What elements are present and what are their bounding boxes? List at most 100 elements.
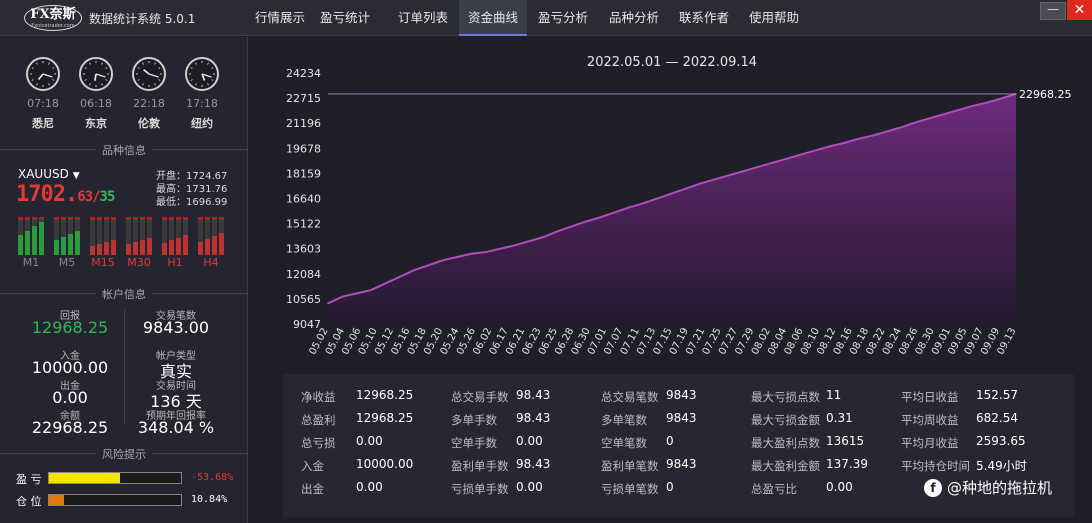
ask-price-fraction: 35	[99, 189, 116, 205]
stat-label: 总亏损	[301, 436, 336, 450]
stat-value: 0.00	[826, 480, 853, 494]
clock-city: 纽约	[191, 117, 213, 130]
data-point	[427, 264, 430, 267]
stat-value: 98.43	[516, 411, 551, 425]
logo-subtext: Fxnicetrader.com	[31, 23, 75, 29]
data-point	[699, 182, 702, 185]
data-point	[843, 142, 845, 144]
data-point	[900, 126, 903, 129]
clock-city: 悉尼	[32, 117, 54, 130]
data-point	[599, 216, 602, 219]
timeframe-bars	[196, 217, 226, 255]
timeframe-label[interactable]: M30	[124, 256, 154, 269]
data-point	[943, 113, 946, 115]
stat-value: 9843	[666, 388, 697, 402]
stat-label: 空单笔数	[601, 436, 647, 450]
y-tick-label: 16640	[286, 193, 321, 206]
stat-value: 0	[666, 434, 674, 448]
stat-label: 多单手数	[451, 413, 497, 427]
data-point	[757, 166, 759, 168]
y-tick-label: 22715	[286, 92, 321, 105]
stat-value: 9843	[666, 457, 697, 471]
data-point	[972, 104, 974, 107]
stat-value: 0.31	[826, 411, 853, 425]
chevron-down-icon: ▼	[72, 171, 80, 181]
stat-value: 0.00	[516, 480, 543, 494]
data-point	[484, 251, 487, 253]
nav-tab-0[interactable]: 行情展示	[249, 0, 311, 36]
stat-label: 总交易笔数	[601, 390, 659, 404]
stat-label: 最大盈利点数	[751, 436, 820, 450]
data-point	[685, 187, 688, 190]
stat-label: 平均周收益	[901, 413, 959, 427]
final-value-label: 22968.25	[1019, 88, 1072, 101]
clock-time: 06:18	[80, 97, 112, 110]
nav-tab-6[interactable]: 联系作者	[669, 0, 739, 36]
stat-value: 13615	[826, 434, 865, 448]
timeframe-bars	[124, 217, 154, 255]
nav-tab-5[interactable]: 品种分析	[599, 0, 669, 36]
chart-title: 2022.05.01 — 2022.09.14	[587, 55, 757, 70]
data-point	[671, 192, 673, 195]
symbol-selector[interactable]: XAUUSD ▼	[18, 167, 80, 181]
risk-value: -53.68%	[191, 472, 234, 483]
timeframe-label[interactable]: H1	[160, 256, 190, 269]
timeframe-bars	[16, 217, 46, 255]
equity-chart-svg: 2022.05.01 — 2022.09.14 24234 22715 21196 19…	[286, 55, 1072, 357]
data-point	[728, 174, 731, 177]
timeframe-label[interactable]: M1	[16, 256, 46, 269]
data-point	[886, 130, 888, 133]
product-section-header: 品种信息	[0, 142, 248, 163]
data-point	[785, 157, 788, 160]
nav-tab-1[interactable]: 盈亏统计	[309, 0, 381, 36]
logo-text: FX奈斯	[30, 7, 76, 22]
timeframe-bars	[88, 217, 118, 255]
y-tick-label: 13603	[286, 243, 321, 256]
product-heading: 品种信息	[96, 142, 152, 158]
close-button[interactable]: ✕	[1067, 0, 1092, 20]
stat-value: 0.00	[356, 480, 383, 494]
risk-label: 仓 位	[16, 495, 42, 508]
nav-tab-2[interactable]: 订单列表	[387, 0, 459, 36]
y-tick-label: 21196	[286, 117, 321, 130]
equity-area	[328, 93, 1016, 324]
equity-chart: 2022.05.01 — 2022.09.14 24234 22715 21196 19…	[253, 37, 1092, 367]
data-point	[327, 302, 329, 305]
main-content: 2022.05.01 — 2022.09.14 24234 22715 21196 19…	[253, 37, 1092, 523]
data-point	[742, 170, 745, 172]
stat-value: 11	[826, 388, 842, 402]
price-separator: /	[92, 189, 101, 205]
timeframe-label[interactable]: M5	[52, 256, 82, 269]
minimize-button[interactable]: —	[1040, 2, 1066, 20]
stat-label: 出金	[301, 482, 324, 496]
logo: FX奈斯 Fxnicetrader.com	[24, 5, 82, 31]
stat-value: 12968.25	[356, 411, 414, 425]
timeframe-bars	[160, 217, 190, 255]
data-point	[628, 206, 630, 209]
data-point	[929, 117, 931, 119]
timeframe-label[interactable]: H4	[196, 256, 226, 269]
account-value: 22968.25	[31, 418, 109, 437]
data-point	[828, 145, 831, 148]
data-point	[642, 202, 645, 205]
risk-value: 10.84%	[191, 494, 228, 505]
nav-tab-7[interactable]: 使用帮助	[739, 0, 809, 36]
timeframe-label[interactable]: M15	[88, 256, 118, 269]
left-panel: 07:18 悉尼 06:18 东京 22:18 伦敦 17:18 纽约 品种信息 XAUUSD…	[0, 37, 248, 523]
watermark-text: @种地的拖拉机	[947, 479, 1053, 497]
clock-face-icon	[132, 57, 166, 91]
stat-label: 平均日收益	[901, 390, 959, 404]
clock-time: 22:18	[133, 97, 165, 110]
timeframe-bars	[52, 217, 82, 255]
data-point	[986, 101, 989, 104]
stat-value: 98.43	[516, 388, 551, 402]
nav-tab-3[interactable]: 资金曲线	[459, 0, 527, 36]
stat-label: 最大亏损点数	[751, 390, 820, 404]
data-point	[499, 247, 501, 250]
data-point	[585, 220, 587, 223]
data-point	[800, 153, 802, 156]
risk-bar-fill	[49, 495, 64, 505]
stat-label: 亏损单笔数	[601, 482, 659, 496]
nav-tab-4[interactable]: 盈亏分析	[528, 0, 598, 36]
clock-city: 东京	[85, 117, 107, 130]
